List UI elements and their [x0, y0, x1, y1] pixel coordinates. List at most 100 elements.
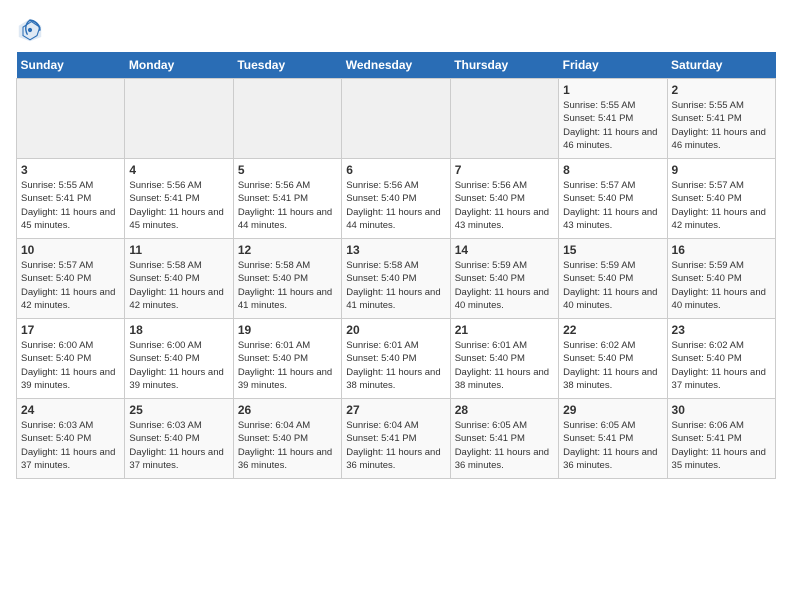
day-cell: [342, 79, 450, 159]
day-number: 24: [21, 403, 120, 417]
day-number: 14: [455, 243, 554, 257]
day-cell: 13 Sunrise: 5:58 AM Sunset: 5:40 PM Dayli…: [342, 239, 450, 319]
day-cell: 24 Sunrise: 6:03 AM Sunset: 5:40 PM Dayli…: [17, 399, 125, 479]
day-number: 3: [21, 163, 120, 177]
day-number: 1: [563, 83, 662, 97]
week-row-5: 24 Sunrise: 6:03 AM Sunset: 5:40 PM Dayli…: [17, 399, 776, 479]
day-info: Sunrise: 5:58 AM Sunset: 5:40 PM Dayligh…: [346, 259, 445, 312]
day-cell: 25 Sunrise: 6:03 AM Sunset: 5:40 PM Dayli…: [125, 399, 233, 479]
header: [16, 16, 776, 44]
day-cell: 3 Sunrise: 5:55 AM Sunset: 5:41 PM Daylig…: [17, 159, 125, 239]
day-info: Sunrise: 6:02 AM Sunset: 5:40 PM Dayligh…: [563, 339, 662, 392]
day-info: Sunrise: 5:56 AM Sunset: 5:40 PM Dayligh…: [455, 179, 554, 232]
day-cell: 28Sunrise: 6:05 AM Sunset: 5:41 PM Dayli…: [450, 399, 558, 479]
day-number: 5: [238, 163, 337, 177]
logo: [16, 16, 48, 44]
day-cell: 10Sunrise: 5:57 AM Sunset: 5:40 PM Dayli…: [17, 239, 125, 319]
day-cell: 1 Sunrise: 5:55 AM Sunset: 5:41 PM Daylig…: [559, 79, 667, 159]
day-info: Sunrise: 5:57 AM Sunset: 5:40 PM Dayligh…: [563, 179, 662, 232]
day-number: 25: [129, 403, 228, 417]
day-info: Sunrise: 6:03 AM Sunset: 5:40 PM Dayligh…: [21, 419, 120, 472]
day-number: 30: [672, 403, 771, 417]
day-info: Sunrise: 5:56 AM Sunset: 5:40 PM Dayligh…: [346, 179, 445, 232]
day-info: Sunrise: 6:01 AM Sunset: 5:40 PM Dayligh…: [455, 339, 554, 392]
day-header-wednesday: Wednesday: [342, 52, 450, 79]
day-cell: 7 Sunrise: 5:56 AM Sunset: 5:40 PM Daylig…: [450, 159, 558, 239]
week-row-2: 3 Sunrise: 5:55 AM Sunset: 5:41 PM Daylig…: [17, 159, 776, 239]
day-header-saturday: Saturday: [667, 52, 775, 79]
day-number: 27: [346, 403, 445, 417]
day-cell: 30 Sunrise: 6:06 AM Sunset: 5:41 PM Dayli…: [667, 399, 775, 479]
day-number: 18: [129, 323, 228, 337]
day-cell: 4 Sunrise: 5:56 AM Sunset: 5:41 PM Daylig…: [125, 159, 233, 239]
day-info: Sunrise: 5:57 AM Sunset: 5:40 PM Dayligh…: [672, 179, 771, 232]
day-cell: 21 Sunrise: 6:01 AM Sunset: 5:40 PM Dayli…: [450, 319, 558, 399]
day-info: Sunrise: 5:56 AM Sunset: 5:41 PM Dayligh…: [238, 179, 337, 232]
day-cell: 12Sunrise: 5:58 AM Sunset: 5:40 PM Dayli…: [233, 239, 341, 319]
day-info: Sunrise: 5:56 AM Sunset: 5:41 PM Dayligh…: [129, 179, 228, 232]
day-number: 21: [455, 323, 554, 337]
day-cell: 18Sunrise: 6:00 AM Sunset: 5:40 PM Dayli…: [125, 319, 233, 399]
day-info: Sunrise: 5:55 AM Sunset: 5:41 PM Dayligh…: [21, 179, 120, 232]
day-cell: 14 Sunrise: 5:59 AM Sunset: 5:40 PM Dayli…: [450, 239, 558, 319]
day-cell: 6 Sunrise: 5:56 AM Sunset: 5:40 PM Daylig…: [342, 159, 450, 239]
day-info: Sunrise: 6:02 AM Sunset: 5:40 PM Dayligh…: [672, 339, 771, 392]
day-number: 28: [455, 403, 554, 417]
day-number: 2: [672, 83, 771, 97]
day-cell: 23Sunrise: 6:02 AM Sunset: 5:40 PM Dayli…: [667, 319, 775, 399]
day-info: Sunrise: 6:05 AM Sunset: 5:41 PM Dayligh…: [563, 419, 662, 472]
day-header-friday: Friday: [559, 52, 667, 79]
day-number: 17: [21, 323, 120, 337]
day-cell: 22 Sunrise: 6:02 AM Sunset: 5:40 PM Dayli…: [559, 319, 667, 399]
day-cell: 17 Sunrise: 6:00 AM Sunset: 5:40 PM Dayli…: [17, 319, 125, 399]
day-info: Sunrise: 5:55 AM Sunset: 5:41 PM Dayligh…: [563, 99, 662, 152]
day-info: Sunrise: 6:03 AM Sunset: 5:40 PM Dayligh…: [129, 419, 228, 472]
day-info: Sunrise: 6:01 AM Sunset: 5:40 PM Dayligh…: [346, 339, 445, 392]
day-header-tuesday: Tuesday: [233, 52, 341, 79]
day-cell: 9 Sunrise: 5:57 AM Sunset: 5:40 PM Daylig…: [667, 159, 775, 239]
day-info: Sunrise: 6:04 AM Sunset: 5:40 PM Dayligh…: [238, 419, 337, 472]
day-cell: 27 Sunrise: 6:04 AM Sunset: 5:41 PM Dayli…: [342, 399, 450, 479]
day-info: Sunrise: 5:59 AM Sunset: 5:40 PM Dayligh…: [563, 259, 662, 312]
day-cell: 5 Sunrise: 5:56 AM Sunset: 5:41 PM Daylig…: [233, 159, 341, 239]
day-cell: [125, 79, 233, 159]
day-info: Sunrise: 5:59 AM Sunset: 5:40 PM Dayligh…: [455, 259, 554, 312]
day-number: 19: [238, 323, 337, 337]
logo-icon: [16, 16, 44, 44]
day-info: Sunrise: 5:59 AM Sunset: 5:40 PM Dayligh…: [672, 259, 771, 312]
day-info: Sunrise: 6:01 AM Sunset: 5:40 PM Dayligh…: [238, 339, 337, 392]
day-info: Sunrise: 6:04 AM Sunset: 5:41 PM Dayligh…: [346, 419, 445, 472]
day-info: Sunrise: 5:58 AM Sunset: 5:40 PM Dayligh…: [238, 259, 337, 312]
day-number: 7: [455, 163, 554, 177]
day-cell: [17, 79, 125, 159]
day-number: 20: [346, 323, 445, 337]
calendar-table: SundayMondayTuesdayWednesdayThursdayFrid…: [16, 52, 776, 479]
day-header-monday: Monday: [125, 52, 233, 79]
day-number: 22: [563, 323, 662, 337]
day-number: 11: [129, 243, 228, 257]
day-number: 9: [672, 163, 771, 177]
day-number: 29: [563, 403, 662, 417]
week-row-4: 17 Sunrise: 6:00 AM Sunset: 5:40 PM Dayli…: [17, 319, 776, 399]
day-cell: [450, 79, 558, 159]
day-info: Sunrise: 5:58 AM Sunset: 5:40 PM Dayligh…: [129, 259, 228, 312]
day-number: 15: [563, 243, 662, 257]
day-number: 13: [346, 243, 445, 257]
day-number: 26: [238, 403, 337, 417]
day-info: Sunrise: 6:06 AM Sunset: 5:41 PM Dayligh…: [672, 419, 771, 472]
day-cell: 11 Sunrise: 5:58 AM Sunset: 5:40 PM Dayli…: [125, 239, 233, 319]
day-header-sunday: Sunday: [17, 52, 125, 79]
day-info: Sunrise: 5:57 AM Sunset: 5:40 PM Dayligh…: [21, 259, 120, 312]
week-row-3: 10Sunrise: 5:57 AM Sunset: 5:40 PM Dayli…: [17, 239, 776, 319]
day-info: Sunrise: 6:00 AM Sunset: 5:40 PM Dayligh…: [21, 339, 120, 392]
day-cell: 26 Sunrise: 6:04 AM Sunset: 5:40 PM Dayli…: [233, 399, 341, 479]
day-header-thursday: Thursday: [450, 52, 558, 79]
day-cell: 29 Sunrise: 6:05 AM Sunset: 5:41 PM Dayli…: [559, 399, 667, 479]
day-cell: 8Sunrise: 5:57 AM Sunset: 5:40 PM Daylig…: [559, 159, 667, 239]
day-number: 6: [346, 163, 445, 177]
day-number: 4: [129, 163, 228, 177]
day-cell: 19 Sunrise: 6:01 AM Sunset: 5:40 PM Dayli…: [233, 319, 341, 399]
day-cell: 16Sunrise: 5:59 AM Sunset: 5:40 PM Dayli…: [667, 239, 775, 319]
day-info: Sunrise: 5:55 AM Sunset: 5:41 PM Dayligh…: [672, 99, 771, 152]
day-cell: 2 Sunrise: 5:55 AM Sunset: 5:41 PM Daylig…: [667, 79, 775, 159]
